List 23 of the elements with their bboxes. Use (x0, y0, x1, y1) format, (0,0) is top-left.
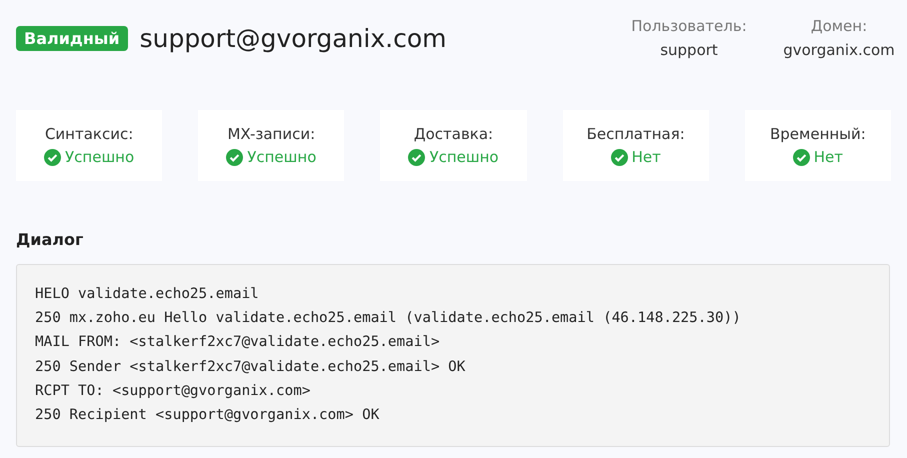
detail-value: support (660, 41, 718, 59)
check-result: Нет (632, 148, 661, 166)
check-result: Нет (814, 148, 844, 166)
detail-label: Пользователь: (631, 17, 747, 35)
email-address: support@gvorganix.com (140, 24, 448, 52)
log-line: HELO validate.echo25.email (35, 285, 260, 304)
section-title: Диалог (16, 230, 84, 249)
check-result: Успешно (247, 148, 316, 166)
log-line: 250 Recipient <support@gvorganix.com> OK (35, 406, 380, 426)
check-label: Временный: (770, 125, 866, 143)
check-result: Успешно (429, 148, 499, 166)
check-label: MX-записи: (227, 125, 316, 143)
log-line: MAIL FROM: <stalkerf2xc7@validate.echo25.email> (35, 333, 441, 352)
detail-value: gvorganix.com (783, 41, 895, 59)
check-result: Успешно (65, 148, 134, 166)
check-label: Бесплатная: (586, 125, 685, 143)
check-label: Доставка: (414, 125, 494, 143)
check-label: Синтаксис: (44, 125, 134, 143)
detail-label: Домен: (810, 17, 868, 35)
log-line: 250 mx.zoho.eu Hello validate.echo25.email (validate.echo25.email (46.148.225.30)) (35, 309, 742, 328)
log-line: 250 Sender <stalkerf2xc7@validate.echo25.email> OK (35, 358, 466, 377)
status-badge: Валидный (16, 26, 128, 50)
log-line: RCPT TO: <support@gvorganix.com> (35, 382, 312, 401)
